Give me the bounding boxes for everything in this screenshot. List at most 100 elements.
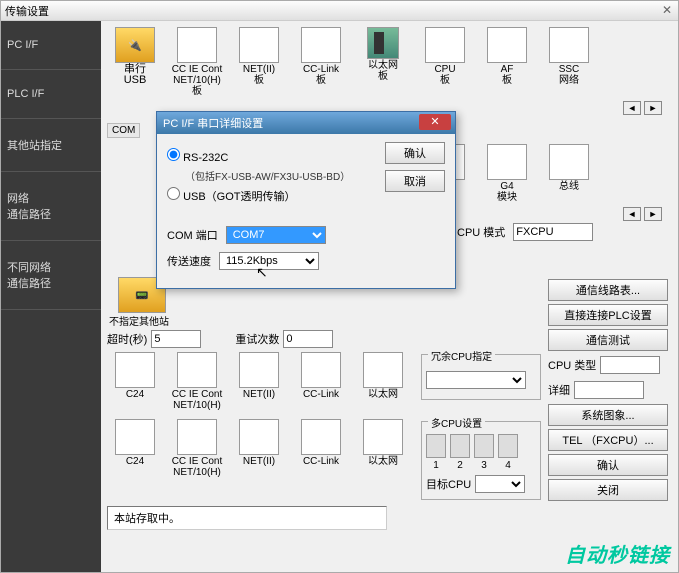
- plc-if-bus[interactable]: 总线: [541, 144, 597, 203]
- ethernet-icon: [367, 27, 399, 59]
- serial-detail-modal: PC I/F 串口详细设置 ✕ RS-232C （包括FX-USB-AW/FX3…: [156, 111, 456, 289]
- redundant-cpu-select[interactable]: [426, 371, 526, 389]
- route-list-button[interactable]: 通信线路表...: [548, 279, 668, 301]
- redundant-cpu-group: 冗余CPU指定: [421, 354, 541, 400]
- sidebar-item-pc-if[interactable]: PC I/F: [1, 21, 101, 70]
- com-strip: COM: [107, 123, 140, 138]
- net-ccie[interactable]: CC IE Cont NET/10(H): [169, 352, 225, 411]
- cpu-mode-field[interactable]: [513, 223, 593, 241]
- sidebar-item-network-path[interactable]: 网络 通信路径: [1, 172, 101, 241]
- cpu-slots: [426, 434, 536, 458]
- multi-cpu-legend: 多CPU设置: [428, 415, 485, 430]
- detail-label: 详细: [548, 382, 570, 398]
- sidebar-item-diff-network[interactable]: 不同网络 通信路径: [1, 241, 101, 310]
- dnet-ethernet[interactable]: 以太网: [355, 419, 411, 478]
- cpu-nums: 1 2 3 4: [426, 460, 536, 471]
- scroll-right-button[interactable]: ►: [644, 101, 662, 115]
- cpu-slot-1[interactable]: [426, 434, 446, 458]
- target-cpu-select[interactable]: [475, 475, 525, 493]
- modal-close-button[interactable]: ✕: [419, 114, 451, 130]
- net-c24[interactable]: C24: [107, 352, 163, 411]
- com-port-label: COM 端口: [167, 227, 218, 243]
- redundant-cpu-legend: 冗余CPU指定: [428, 348, 495, 363]
- ok-button[interactable]: 确认: [548, 454, 668, 476]
- usb-radio[interactable]: [167, 187, 180, 200]
- dnet-c24[interactable]: C24: [107, 419, 163, 478]
- sidebar: PC I/F PLC I/F 其他站指定 网络 通信路径 不同网络 通信路径: [1, 21, 101, 572]
- cpu-type-field[interactable]: [600, 356, 660, 374]
- pc-if-ssc[interactable]: SSC 网络: [541, 27, 597, 97]
- board-icon: [487, 27, 527, 63]
- modal-title-text: PC I/F 串口详细设置: [163, 115, 263, 131]
- modal-titlebar[interactable]: PC I/F 串口详细设置 ✕: [157, 112, 455, 134]
- timeout-field[interactable]: [151, 330, 201, 348]
- dnet-net2[interactable]: NET(II): [231, 419, 287, 478]
- network-path-row: C24 CC IE Cont NET/10(H) NET(II) CC-Link…: [107, 352, 411, 411]
- pc-if-serial-usb[interactable]: 🔌 串行 USB: [107, 27, 163, 97]
- pc-if-row: 🔌 串行 USB CC IE Cont NET/10(H)板 NET(II) 板…: [107, 27, 672, 97]
- net-cclink[interactable]: CC-Link: [293, 352, 349, 411]
- module-icon: [115, 419, 155, 455]
- board-icon: [425, 27, 465, 63]
- board-icon: [549, 27, 589, 63]
- detail-field[interactable]: [574, 381, 644, 399]
- status-line: 本站存取中。: [107, 506, 387, 530]
- pc-if-ethernet[interactable]: 以太网 板: [355, 27, 411, 97]
- cpu-slot-4[interactable]: [498, 434, 518, 458]
- window-title: 传输设置: [5, 3, 49, 19]
- module-icon: [301, 352, 341, 388]
- retry-field[interactable]: [283, 330, 333, 348]
- pc-if-af[interactable]: AF 板: [479, 27, 535, 97]
- target-cpu-label: 目标CPU: [426, 476, 471, 492]
- cpu-slot-2[interactable]: [450, 434, 470, 458]
- module-icon: [363, 352, 403, 388]
- pc-if-net2[interactable]: NET(II) 板: [231, 27, 287, 97]
- sys-image-button[interactable]: 系统图象...: [548, 404, 668, 426]
- retry-label: 重试次数: [235, 331, 279, 347]
- dnet-cclink[interactable]: CC-Link: [293, 419, 349, 478]
- sidebar-item-other-station[interactable]: 其他站指定: [1, 119, 101, 172]
- module-icon: [363, 419, 403, 455]
- module-icon: [177, 419, 217, 455]
- cpu-type-label: CPU 类型: [548, 357, 596, 373]
- modal-ok-button[interactable]: 确认: [385, 142, 445, 164]
- module-icon: [177, 352, 217, 388]
- board-icon: [301, 27, 341, 63]
- com-port-select[interactable]: COM7: [226, 226, 326, 244]
- cpu-slot-3[interactable]: [474, 434, 494, 458]
- pc-if-ccie[interactable]: CC IE Cont NET/10(H)板: [169, 27, 225, 97]
- modal-cancel-button[interactable]: 取消: [385, 170, 445, 192]
- net-ethernet[interactable]: 以太网: [355, 352, 411, 411]
- content-area: 🔌 串行 USB CC IE Cont NET/10(H)板 NET(II) 板…: [101, 21, 678, 572]
- module-icon: [301, 419, 341, 455]
- direct-plc-button[interactable]: 直接连接PLC设置: [548, 304, 668, 326]
- cpu-mode-row: CPU 模式: [457, 223, 672, 241]
- transfer-settings-window: 传输设置 ✕ PC I/F PLC I/F 其他站指定 网络 通信路径 不同网络…: [0, 0, 679, 573]
- pc-if-cclink[interactable]: CC-Link 板: [293, 27, 349, 97]
- tel-button[interactable]: TEL （FXCPU）...: [548, 429, 668, 451]
- diff-network-row: C24 CC IE Cont NET/10(H) NET(II) CC-Link…: [107, 419, 411, 478]
- serial-usb-icon: 🔌: [115, 27, 155, 63]
- timeout-label: 超时(秒): [107, 331, 147, 347]
- scroll-right-button[interactable]: ►: [644, 207, 662, 221]
- close-button[interactable]: 关闭: [548, 479, 668, 501]
- board-icon: [177, 27, 217, 63]
- module-icon: [487, 144, 527, 180]
- module-icon: [239, 352, 279, 388]
- scroll-left-button[interactable]: ◄: [623, 207, 641, 221]
- scroll-left-button[interactable]: ◄: [623, 101, 641, 115]
- sidebar-item-plc-if[interactable]: PLC I/F: [1, 70, 101, 119]
- module-icon: [115, 352, 155, 388]
- comm-test-button[interactable]: 通信测试: [548, 329, 668, 351]
- speed-select[interactable]: 115.2Kbps: [219, 252, 319, 270]
- module-icon: [549, 144, 589, 180]
- plc-if-g4[interactable]: G4 模块: [479, 144, 535, 203]
- rs232-radio[interactable]: [167, 148, 180, 161]
- cpu-mode-label: CPU 模式: [457, 224, 505, 240]
- net-net2[interactable]: NET(II): [231, 352, 287, 411]
- dnet-ccie[interactable]: CC IE Cont NET/10(H): [169, 419, 225, 478]
- multi-cpu-group: 多CPU设置 1 2 3 4 目标CPU: [421, 421, 541, 500]
- close-icon[interactable]: ✕: [662, 3, 672, 17]
- board-icon: [239, 27, 279, 63]
- pc-if-cpu[interactable]: CPU 板: [417, 27, 473, 97]
